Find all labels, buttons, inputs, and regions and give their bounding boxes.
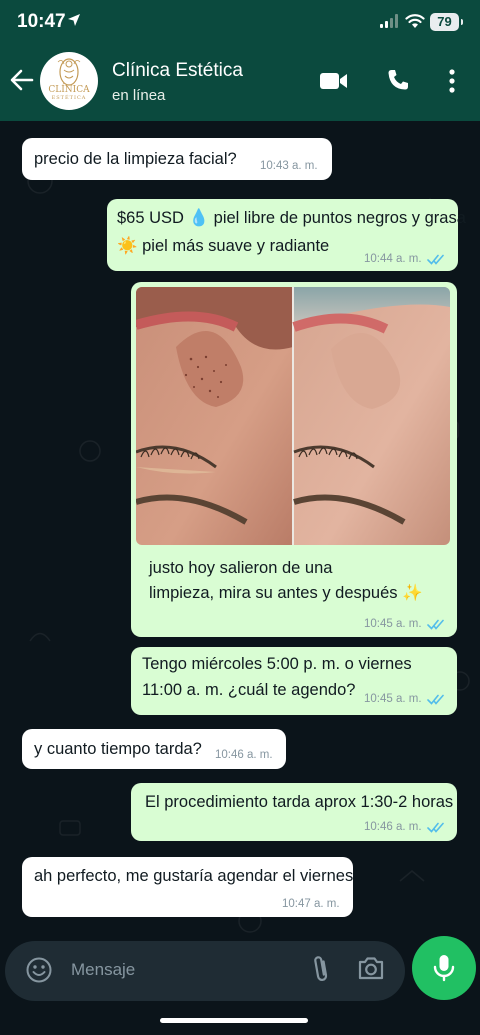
cell-signal-icon bbox=[380, 14, 398, 28]
paperclip-icon[interactable] bbox=[308, 954, 334, 986]
phone-icon[interactable] bbox=[386, 68, 410, 92]
message-text-line: $65 USD 💧 piel libre de puntos negros y … bbox=[117, 209, 466, 227]
wifi-icon bbox=[405, 14, 425, 28]
status-time: 10:47 bbox=[17, 11, 66, 32]
double-check-icon bbox=[427, 619, 444, 630]
double-check-icon bbox=[427, 254, 444, 265]
message-time: 10:45 a. m. bbox=[364, 618, 422, 630]
before-after-photo[interactable] bbox=[136, 287, 450, 545]
message-text: precio de la limpieza facial? bbox=[34, 150, 237, 168]
contact-avatar[interactable]: CLÍNICA ESTÉTICA bbox=[40, 52, 98, 110]
chat-header: CLÍNICA ESTÉTICA Clínica Estética en lín… bbox=[0, 44, 480, 121]
double-check-icon bbox=[427, 822, 444, 833]
message-time: 10:46 a. m. bbox=[215, 749, 273, 761]
message-time: 10:46 a. m. bbox=[364, 821, 422, 833]
message-text-line: limpieza, mira su antes y después ✨ bbox=[149, 584, 423, 602]
message-time: 10:47 a. m. bbox=[282, 898, 340, 910]
message-text-line: ☀️ piel más suave y radiante bbox=[117, 237, 330, 255]
message-bubble-outgoing[interactable]: Tengo miércoles 5:00 p. m. o viernes 11:… bbox=[131, 647, 457, 715]
input-bar: Mensaje bbox=[0, 936, 480, 1035]
logo-subtext: ESTÉTICA bbox=[51, 95, 87, 101]
message-text: El procedimiento tarda aprox 1:30-2 hora… bbox=[145, 793, 454, 811]
before-after-image bbox=[136, 287, 450, 545]
status-bar: 10:47 79 bbox=[0, 0, 480, 44]
double-check-icon bbox=[427, 694, 444, 705]
message-bubble-outgoing-image[interactable]: justo hoy salieron de una limpieza, mira… bbox=[131, 282, 457, 637]
message-bubble-incoming[interactable]: ah perfecto, me gustaría agendar el vier… bbox=[22, 857, 353, 917]
home-indicator[interactable] bbox=[160, 1018, 308, 1023]
video-camera-icon[interactable] bbox=[320, 71, 348, 91]
microphone-icon bbox=[433, 955, 455, 982]
message-time: 10:44 a. m. bbox=[364, 253, 422, 265]
more-vertical-icon[interactable] bbox=[448, 69, 456, 93]
arrow-left-icon[interactable] bbox=[8, 66, 36, 94]
microphone-button[interactable] bbox=[412, 936, 476, 1000]
message-text: y cuanto tiempo tarda? bbox=[34, 740, 202, 758]
message-input[interactable]: Mensaje bbox=[71, 960, 135, 980]
message-time: 10:45 a. m. bbox=[364, 693, 422, 705]
battery-indicator: 79 bbox=[430, 13, 463, 31]
location-arrow-icon bbox=[68, 14, 80, 26]
message-bubble-outgoing[interactable]: El procedimiento tarda aprox 1:30-2 hora… bbox=[131, 783, 457, 841]
top-bar: 10:47 79 CLÍNICA ESTÉTICA Clínica Estéti… bbox=[0, 0, 480, 121]
message-time: 10:43 a. m. bbox=[260, 160, 318, 172]
message-bubble-outgoing[interactable]: $65 USD 💧 piel libre de puntos negros y … bbox=[107, 199, 466, 271]
message-bubble-incoming[interactable]: precio de la limpieza facial? 10:43 a. m… bbox=[22, 138, 332, 180]
logo-text: CLÍNICA bbox=[48, 85, 90, 95]
message-text: ah perfecto, me gustaría agendar el vier… bbox=[34, 867, 354, 885]
camera-icon[interactable] bbox=[357, 955, 385, 981]
chat-area[interactable]: precio de la limpieza facial? 10:43 a. m… bbox=[0, 121, 480, 941]
emoji-icon[interactable] bbox=[25, 956, 53, 984]
clinic-logo-icon bbox=[57, 58, 81, 86]
message-composer[interactable]: Mensaje bbox=[5, 941, 405, 1001]
contact-name[interactable]: Clínica Estética bbox=[112, 60, 243, 82]
contact-status: en línea bbox=[112, 87, 166, 104]
message-bubble-incoming[interactable]: y cuanto tiempo tarda? 10:46 a. m. bbox=[22, 729, 286, 769]
message-text-line: 11:00 a. m. ¿cuál te agendo? bbox=[142, 681, 356, 699]
